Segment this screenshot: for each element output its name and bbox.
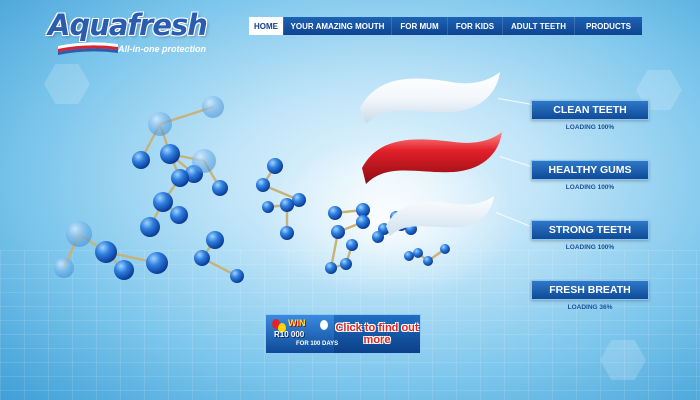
molecule-atom [140,217,160,237]
molecule-atom [66,221,92,247]
molecule-atom [328,206,342,220]
molecule-atom [280,198,294,212]
molecule-atom [340,258,352,270]
toothpaste-stripe-white-bottom [386,196,494,236]
strong-teeth-button[interactable]: STRONG TEETH [531,220,649,240]
molecule-atom [356,215,370,229]
toothpaste-stripe-white-top [360,72,500,124]
molecule-atom [440,244,450,254]
benefit-fresh-breath: FRESH BREATH LOADING 36% [531,280,649,311]
molecule-atom [212,180,228,196]
molecule-atom [325,262,337,274]
nav-item-products[interactable]: PRODUCTS [574,17,642,35]
molecule-atom [170,206,188,224]
molecule-atom [194,250,210,266]
promo-art: WIN R10 000 FOR 100 DAYS [266,315,338,353]
molecule-atom [267,158,283,174]
clean-teeth-button[interactable]: CLEAN TEETH [531,100,649,120]
promo-banner[interactable]: WIN R10 000 FOR 100 DAYS Click to find o… [265,314,421,354]
molecule-atom [148,112,172,136]
molecule-atom [423,256,433,266]
molecule-atom [413,248,423,258]
molecule-atom [230,269,244,283]
main-nav: HOME YOUR AMAZING MOUTH FOR MUM FOR KIDS… [249,17,642,35]
molecule-atom [114,260,134,280]
logo-tagline: All-in-one protection [118,44,206,54]
aquafresh-logo[interactable]: Aquafresh All-in-one protection [48,8,228,58]
molecule-atom [95,241,117,263]
molecule-atom [404,251,414,261]
molecule-atom [160,144,180,164]
strong-teeth-loading: LOADING 100% [565,244,615,251]
promo-amount-text: R10 000 [274,330,305,339]
balloon-icon [320,320,328,330]
nav-item-your-amazing-mouth[interactable]: YOUR AMAZING MOUTH [283,17,391,35]
logo-stripes-icon [58,42,118,55]
molecule-atom [331,225,345,239]
toothpaste-stripe-red [362,132,502,184]
molecule-atom [146,252,168,274]
promo-win-text: WIN [288,318,306,328]
molecule-atom [280,226,294,240]
molecule-atom [356,203,370,217]
fresh-breath-loading: LOADING 36% [567,304,613,311]
molecule-atom [372,231,384,243]
nav-item-for-kids[interactable]: FOR KIDS [447,17,502,35]
healthy-gums-button[interactable]: HEALTHY GUMS [531,160,649,180]
nav-item-adult-teeth[interactable]: ADULT TEETH [502,17,574,35]
molecule-atom [206,231,224,249]
clean-teeth-loading: LOADING 100% [565,124,615,131]
benefit-healthy-gums: HEALTHY GUMS LOADING 100% [531,160,649,191]
nav-item-home[interactable]: HOME [249,17,283,35]
molecule-atom [262,201,274,213]
promo-period-text: FOR 100 DAYS [296,341,339,347]
logo-wordmark: Aquafresh [48,8,208,42]
molecule-atom [292,193,306,207]
molecule-atom [153,192,173,212]
benefit-clean-teeth: CLEAN TEETH LOADING 100% [531,100,649,131]
healthy-gums-loading: LOADING 100% [565,184,615,191]
benefit-strong-teeth: STRONG TEETH LOADING 100% [531,220,649,251]
nav-item-for-mum[interactable]: FOR MUM [391,17,447,35]
molecule-atom [171,169,189,187]
molecule-atom [202,96,224,118]
molecule-atom [132,151,150,169]
molecule-atom [54,258,74,278]
molecule-atom [346,239,358,251]
fresh-breath-button[interactable]: FRESH BREATH [531,280,649,300]
molecule-atom [256,178,270,192]
promo-cta-text: Click to find out more [335,322,419,346]
molecule-atom [192,149,216,173]
